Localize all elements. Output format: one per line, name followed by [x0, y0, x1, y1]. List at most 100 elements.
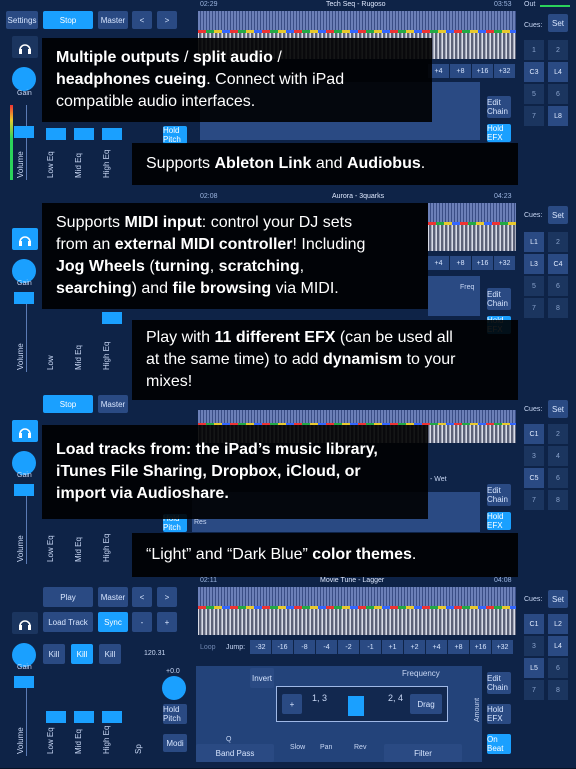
jump-button[interactable]: -1: [360, 640, 381, 654]
high-eq-fader[interactable]: [102, 312, 122, 324]
kill-high-button[interactable]: Kill: [99, 644, 121, 664]
band-pass-button[interactable]: Band Pass: [196, 744, 274, 762]
cue-5[interactable]: C5: [524, 468, 544, 488]
cue-1[interactable]: C1: [524, 614, 544, 634]
set-cue-button[interactable]: Set: [548, 590, 568, 608]
cue-7[interactable]: 7: [524, 680, 544, 700]
volume-fader[interactable]: [14, 292, 34, 304]
hold-pitch-button[interactable]: Hold Pitch: [163, 126, 187, 144]
hold-efx-button[interactable]: Hold EFX: [487, 704, 511, 724]
cue-6[interactable]: 6: [548, 276, 568, 296]
jump-button[interactable]: -8: [294, 640, 315, 654]
stop-button[interactable]: Stop: [43, 11, 93, 29]
jump-button[interactable]: -4: [316, 640, 337, 654]
drag-button[interactable]: Drag: [410, 694, 442, 714]
xy-handle[interactable]: [348, 696, 364, 716]
headphones-cue-button[interactable]: [12, 612, 38, 634]
cue-6[interactable]: 6: [548, 468, 568, 488]
jump-plus-16[interactable]: +16: [472, 256, 493, 270]
mode-button[interactable]: Modi: [163, 734, 187, 752]
edit-chain-button[interactable]: Edit Chain: [487, 288, 511, 310]
low-eq-fader[interactable]: [46, 128, 66, 140]
next-button[interactable]: >: [157, 587, 177, 607]
pitch-knob[interactable]: [162, 676, 186, 700]
high-eq-fader[interactable]: [102, 711, 122, 723]
prev-button[interactable]: <: [132, 11, 152, 29]
cue-1[interactable]: 1: [524, 40, 544, 60]
volume-fader[interactable]: [14, 126, 34, 138]
master-button[interactable]: Master: [98, 587, 128, 607]
invert-button[interactable]: Invert: [250, 668, 274, 688]
cue-3[interactable]: 3: [524, 636, 544, 656]
cue-2[interactable]: 2: [548, 232, 568, 252]
xy-add-button[interactable]: +: [282, 694, 302, 714]
cue-1[interactable]: C1: [524, 424, 544, 444]
waveform[interactable]: [428, 203, 516, 251]
set-cue-button[interactable]: Set: [548, 14, 568, 32]
cue-6[interactable]: 6: [548, 658, 568, 678]
cue-3[interactable]: C3: [524, 62, 544, 82]
cue-7[interactable]: 7: [524, 490, 544, 510]
edit-chain-button[interactable]: Edit Chain: [487, 484, 511, 506]
cue-8[interactable]: 8: [548, 680, 568, 700]
cue-2[interactable]: L2: [548, 614, 568, 634]
jump-button[interactable]: +4: [426, 640, 447, 654]
cue-1[interactable]: L1: [524, 232, 544, 252]
jump-button[interactable]: +8: [448, 640, 469, 654]
on-beat-button[interactable]: On Beat: [487, 734, 511, 754]
volume-fader[interactable]: [14, 676, 34, 688]
play-button[interactable]: Play: [43, 587, 93, 607]
master-button[interactable]: Master: [98, 395, 128, 413]
cue-2[interactable]: 2: [548, 424, 568, 444]
gain-knob[interactable]: [12, 67, 36, 91]
high-eq-fader[interactable]: [102, 128, 122, 140]
headphones-cue-button[interactable]: [12, 420, 38, 442]
headphones-cue-button[interactable]: [12, 36, 38, 58]
sync-button[interactable]: Sync: [98, 612, 128, 632]
settings-button[interactable]: Settings: [6, 11, 38, 29]
jump-plus-8[interactable]: +8: [450, 256, 471, 270]
cue-7[interactable]: 7: [524, 298, 544, 318]
cue-8[interactable]: 8: [548, 298, 568, 318]
cue-7[interactable]: 7: [524, 106, 544, 126]
volume-fader[interactable]: [14, 484, 34, 496]
filter-button[interactable]: Filter: [384, 744, 462, 762]
mid-eq-fader[interactable]: [74, 711, 94, 723]
set-cue-button[interactable]: Set: [548, 400, 568, 418]
kill-mid-button[interactable]: Kill: [71, 644, 93, 664]
jump-plus-32[interactable]: +32: [494, 256, 515, 270]
cue-8[interactable]: L8: [548, 106, 568, 126]
cue-5[interactable]: 5: [524, 84, 544, 104]
jump-plus-4[interactable]: +4: [428, 256, 449, 270]
set-cue-button[interactable]: Set: [548, 206, 568, 224]
jump-plus-16[interactable]: +16: [472, 64, 493, 78]
kill-low-button[interactable]: Kill: [43, 644, 65, 664]
hold-pitch-button[interactable]: Hold Pitch: [163, 704, 187, 724]
cue-5[interactable]: 5: [524, 276, 544, 296]
prev-button[interactable]: <: [132, 587, 152, 607]
hold-efx-button[interactable]: Hold EFX: [487, 512, 511, 530]
jump-button[interactable]: -16: [272, 640, 293, 654]
cue-4[interactable]: L4: [548, 636, 568, 656]
pitch-minus-button[interactable]: -: [132, 612, 152, 632]
hold-efx-button[interactable]: Hold EFX: [487, 124, 511, 142]
stop-button[interactable]: Stop: [43, 395, 93, 413]
cue-4[interactable]: L4: [548, 62, 568, 82]
next-button[interactable]: >: [157, 11, 177, 29]
low-eq-fader[interactable]: [46, 711, 66, 723]
cue-5[interactable]: L5: [524, 658, 544, 678]
jump-button[interactable]: -32: [250, 640, 271, 654]
headphones-cue-button[interactable]: [12, 228, 38, 250]
cue-4[interactable]: C4: [548, 254, 568, 274]
jump-plus-8[interactable]: +8: [450, 64, 471, 78]
jump-button[interactable]: +2: [404, 640, 425, 654]
cue-2[interactable]: 2: [548, 40, 568, 60]
jump-button[interactable]: +16: [470, 640, 491, 654]
load-track-button[interactable]: Load Track: [43, 612, 93, 632]
edit-chain-button[interactable]: Edit Chain: [487, 96, 511, 118]
jump-button[interactable]: +32: [492, 640, 513, 654]
edit-chain-button[interactable]: Edit Chain: [487, 672, 511, 694]
cue-3[interactable]: L3: [524, 254, 544, 274]
cue-4[interactable]: 4: [548, 446, 568, 466]
cue-6[interactable]: 6: [548, 84, 568, 104]
